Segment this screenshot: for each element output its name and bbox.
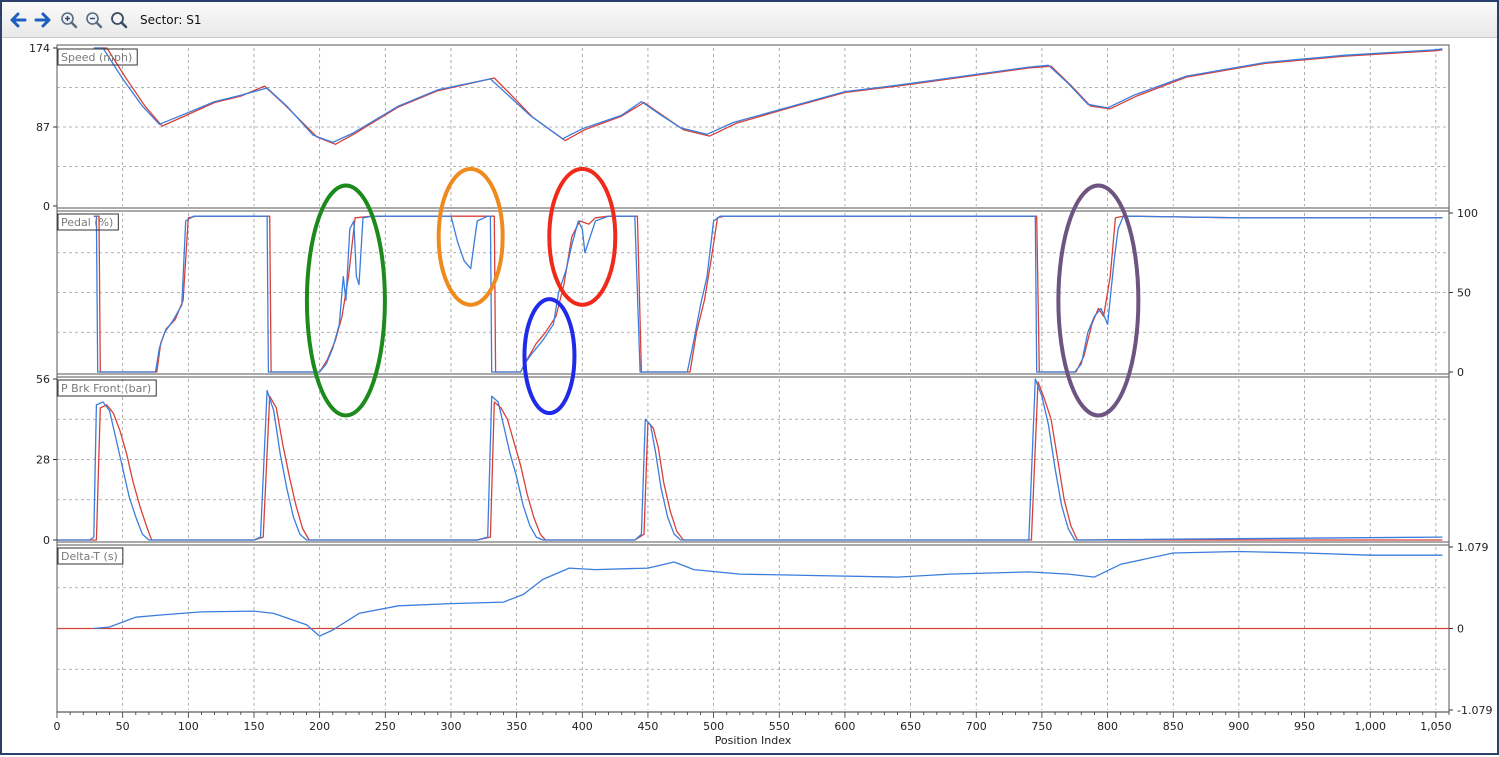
highlight-ellipse-blue — [522, 297, 577, 416]
y-tick-label-delta: 0 — [1457, 623, 1464, 636]
highlight-ellipse-orange — [436, 166, 505, 307]
y-tick-label-speed: 174 — [29, 42, 50, 55]
x-tick-label: 700 — [966, 720, 987, 733]
panel-label-speed: Speed (mph) — [61, 51, 132, 64]
x-tick-label: 300 — [440, 720, 461, 733]
series-line-pedal — [93, 215, 1443, 373]
x-tick-label: 200 — [309, 720, 330, 733]
zoom-out-icon[interactable] — [83, 9, 105, 31]
x-tick-label: 450 — [637, 720, 658, 733]
y-tick-label-brake: 56 — [36, 373, 50, 386]
zoom-fit-icon[interactable] — [108, 9, 130, 31]
panel-label-brake: P Brk Front (bar) — [61, 382, 151, 395]
series-line-brake — [57, 381, 1443, 541]
panel-label-pedal: Pedal (%) — [61, 216, 113, 229]
y-tick-label-speed: 87 — [36, 121, 50, 134]
chart-area: 0 87 174 Speed (mph) 0 50 100 Pedal (%) 0 28 56 P B… — [2, 38, 1497, 757]
x-tick-label: 250 — [375, 720, 396, 733]
x-tick-label: 950 — [1294, 720, 1315, 733]
x-tick-label: 500 — [703, 720, 724, 733]
series-line-pedal — [93, 215, 1443, 373]
sector-label: Sector: S1 — [140, 13, 202, 27]
y-tick-label-pedal: 0 — [1457, 366, 1464, 379]
forward-arrow-icon[interactable] — [32, 9, 54, 31]
x-tick-label: 100 — [178, 720, 199, 733]
series-line-delta — [93, 550, 1443, 637]
x-tick-label: 900 — [1228, 720, 1249, 733]
y-tick-label-brake: 28 — [36, 454, 50, 467]
telemetry-chart[interactable]: 0 87 174 Speed (mph) 0 50 100 Pedal (%) 0 28 56 P B… — [2, 38, 1497, 753]
series-line-speed — [93, 47, 1443, 144]
y-tick-label-speed: 0 — [43, 200, 50, 213]
x-tick-label: 1,050 — [1420, 720, 1452, 733]
x-tick-label: 850 — [1163, 720, 1184, 733]
x-tick-label: 600 — [834, 720, 855, 733]
y-tick-label-brake: 0 — [43, 534, 50, 547]
y-tick-label-pedal: 50 — [1457, 287, 1471, 300]
x-tick-label: 350 — [506, 720, 527, 733]
x-tick-label: 800 — [1097, 720, 1118, 733]
x-tick-label: 550 — [769, 720, 790, 733]
y-tick-label-delta: -1.079 — [1457, 704, 1492, 717]
y-tick-label-delta: 1.079 — [1457, 541, 1489, 554]
highlight-ellipse-red — [547, 166, 618, 307]
toolbar: Sector: S1 — [2, 2, 1497, 38]
x-tick-label: 0 — [54, 720, 61, 733]
highlight-ellipse-purple — [1056, 183, 1141, 418]
x-tick-label: 50 — [116, 720, 130, 733]
series-line-speed — [93, 47, 1443, 145]
x-tick-label: 650 — [900, 720, 921, 733]
x-tick-label: 1,000 — [1354, 720, 1386, 733]
panel-label-delta: Delta-T (s) — [61, 550, 118, 563]
back-arrow-icon[interactable] — [7, 9, 29, 31]
y-tick-label-pedal: 100 — [1457, 207, 1478, 220]
x-tick-label: 400 — [572, 720, 593, 733]
zoom-in-icon[interactable] — [58, 9, 80, 31]
x-tick-label: 150 — [243, 720, 264, 733]
x-tick-label: 750 — [1031, 720, 1052, 733]
x-axis-label: Position Index — [715, 734, 792, 747]
